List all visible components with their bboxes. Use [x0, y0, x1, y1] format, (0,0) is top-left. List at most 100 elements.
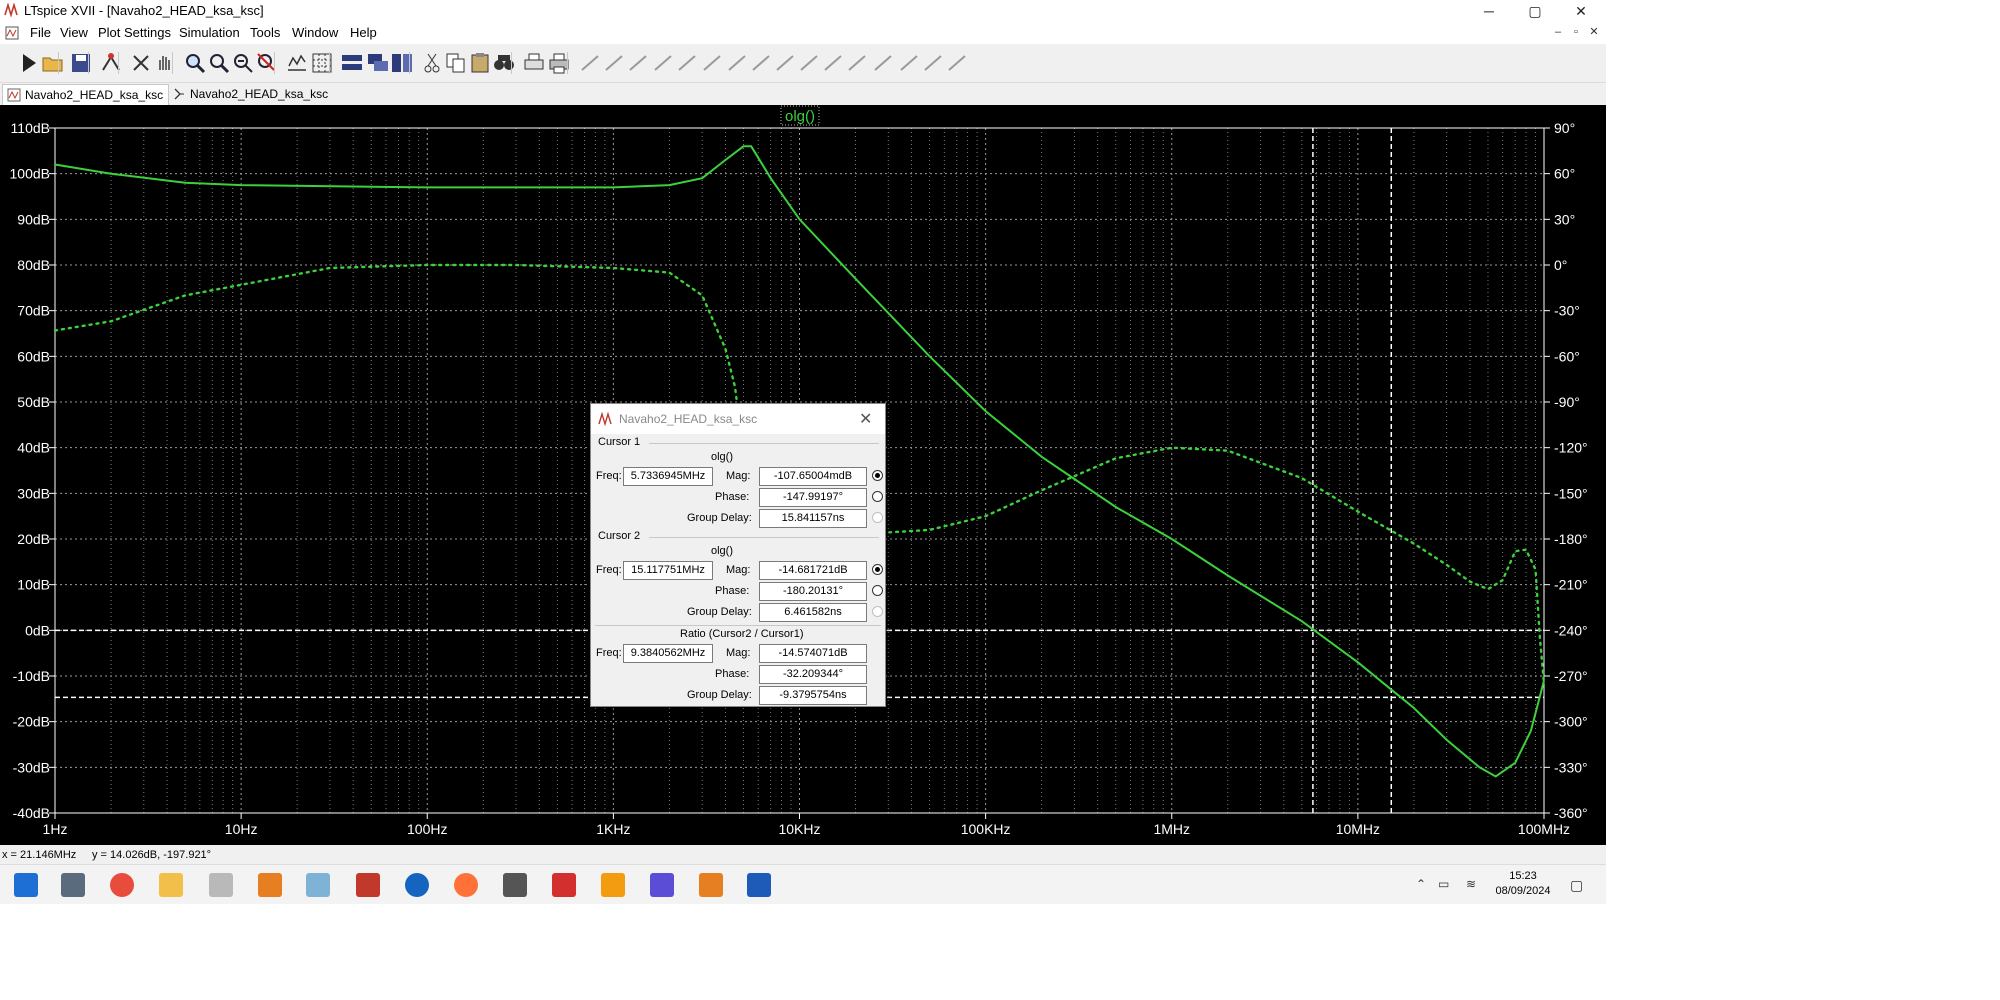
y-tick-label: 10dB [17, 577, 50, 593]
menu-tools[interactable]: Tools [250, 25, 280, 40]
minimize-button[interactable]: ─ [1466, 0, 1512, 22]
pan-icon[interactable] [152, 50, 178, 76]
control-panel-icon[interactable] [98, 50, 124, 76]
calculator-icon[interactable] [61, 873, 85, 897]
ratio-freq-field[interactable]: 9.3840562MHz [623, 644, 713, 663]
vlc-icon[interactable] [601, 873, 625, 897]
text-icon[interactable] [920, 50, 946, 76]
mdi-restore-button[interactable]: ▫ [1568, 24, 1584, 40]
zoom-in-icon[interactable] [182, 50, 208, 76]
cursor1-phase-radio[interactable] [872, 491, 883, 502]
ground-icon[interactable] [601, 50, 627, 76]
close-button[interactable]: ✕ [1558, 0, 1604, 22]
kicad-icon[interactable] [747, 873, 771, 897]
cascade-icon[interactable] [365, 50, 391, 76]
app3-icon[interactable] [306, 873, 330, 897]
app5-icon[interactable] [699, 873, 723, 897]
dialog-title-bar[interactable]: Navaho2_HEAD_ksa_ksc ✕ [591, 404, 885, 434]
menu-help[interactable]: Help [350, 25, 377, 40]
cursor1-gd-radio[interactable] [872, 512, 883, 523]
cursor2-group-delay-field[interactable]: 6.461582ns [759, 603, 867, 622]
paste-icon[interactable] [467, 50, 493, 76]
rotate-icon[interactable] [870, 50, 896, 76]
start-icon[interactable] [14, 873, 38, 897]
open-icon[interactable] [40, 50, 66, 76]
inductor-icon[interactable] [699, 50, 725, 76]
mdi-close-button[interactable]: ✕ [1586, 24, 1602, 40]
autorange-icon[interactable] [284, 50, 310, 76]
print-preview-icon[interactable] [521, 50, 547, 76]
menu-file[interactable]: File [30, 25, 51, 40]
file-explorer-icon[interactable] [159, 873, 183, 897]
resistor-icon[interactable] [650, 50, 676, 76]
diode-icon[interactable] [724, 50, 750, 76]
mdi-minimize-button[interactable]: – [1550, 24, 1566, 40]
menu-simulation[interactable]: Simulation [179, 25, 240, 40]
ratio-group-delay-field[interactable]: -9.3795754ns [759, 686, 867, 705]
cursor2-phase-field[interactable]: -180.20131° [759, 582, 867, 601]
battery-icon[interactable]: ▭ [1438, 877, 1449, 891]
menu-window[interactable]: Window [292, 25, 338, 40]
zoom-out-icon[interactable] [230, 50, 256, 76]
cursor1-freq-field[interactable]: 5.7336945MHz [623, 467, 713, 486]
y-tick-label: 100dB [10, 166, 50, 182]
copy-icon[interactable] [443, 50, 469, 76]
find-icon[interactable] [491, 50, 517, 76]
cursor1-mag-field[interactable]: -107.65004mdB [759, 467, 867, 486]
zoom-in-alt-icon[interactable] [206, 50, 232, 76]
tab-waveform[interactable]: Navaho2_HEAD_ksa_ksc [2, 84, 169, 105]
component-icon[interactable] [748, 50, 774, 76]
capacitor-icon[interactable] [674, 50, 700, 76]
app4-icon[interactable] [650, 873, 674, 897]
spice-directive-icon[interactable] [944, 50, 970, 76]
clock[interactable]: 15:23 08/09/2024 [1494, 869, 1552, 899]
tile-horizontal-icon[interactable] [339, 50, 365, 76]
drag-icon[interactable] [796, 50, 822, 76]
firefox-icon[interactable] [454, 873, 478, 897]
acrobat-icon[interactable] [552, 873, 576, 897]
ratio-phase-field[interactable]: -32.209344° [759, 665, 867, 684]
cursor2-freq-field[interactable]: 15.117751MHz [623, 561, 713, 580]
app-icon[interactable] [209, 873, 233, 897]
app2-icon[interactable] [258, 873, 282, 897]
print-icon[interactable] [546, 50, 572, 76]
dialog-close-button[interactable]: ✕ [859, 409, 872, 429]
cursor2-gd-radio[interactable] [872, 606, 883, 617]
redo-icon[interactable] [844, 50, 870, 76]
wire-icon[interactable] [577, 50, 603, 76]
cursor1-phase-label: Phase: [715, 491, 750, 503]
chrome-icon[interactable] [110, 873, 134, 897]
cursor2-mag-radio[interactable] [872, 564, 883, 575]
wifi-icon[interactable]: ≋ [1466, 877, 1476, 891]
tile-vertical-icon[interactable] [389, 50, 415, 76]
menu-view[interactable]: View [60, 25, 88, 40]
cursor2-phase-radio[interactable] [872, 585, 883, 596]
alien-icon[interactable] [503, 873, 527, 897]
mirror-icon[interactable] [896, 50, 922, 76]
tab-schematic[interactable]: Navaho2_HEAD_ksa_ksc [168, 84, 340, 104]
ratio-freq-label: Freq: [596, 647, 622, 659]
mark-grid-icon[interactable] [309, 50, 335, 76]
cut-icon[interactable] [419, 50, 445, 76]
ratio-mag-field[interactable]: -14.574071dB [759, 644, 867, 663]
undo-icon[interactable] [820, 50, 846, 76]
menu-plot-settings[interactable]: Plot Settings [98, 25, 171, 40]
cursor1-phase-field[interactable]: -147.99197° [759, 488, 867, 507]
run-icon[interactable] [16, 50, 42, 76]
notifications-icon[interactable]: ▢ [1570, 877, 1583, 894]
ltspice-icon[interactable] [356, 873, 380, 897]
move-icon[interactable] [772, 50, 798, 76]
thunderbird-icon[interactable] [405, 873, 429, 897]
y-tick-label: 30dB [17, 485, 50, 501]
label-icon[interactable] [625, 50, 651, 76]
cursor1-mag-radio[interactable] [872, 470, 883, 481]
cursor2-mag-field[interactable]: -14.681721dB [759, 561, 867, 580]
y2-tick-label: -300° [1554, 714, 1588, 730]
chevron-up-icon[interactable]: ⌃ [1416, 877, 1426, 891]
cursor1-group-delay-field[interactable]: 15.841157ns [759, 509, 867, 528]
maximize-button[interactable]: ▢ [1512, 0, 1558, 22]
halt-icon[interactable] [128, 50, 154, 76]
zoom-cancel-icon[interactable] [254, 50, 280, 76]
save-icon[interactable] [68, 50, 94, 76]
document-icon[interactable] [4, 25, 20, 41]
